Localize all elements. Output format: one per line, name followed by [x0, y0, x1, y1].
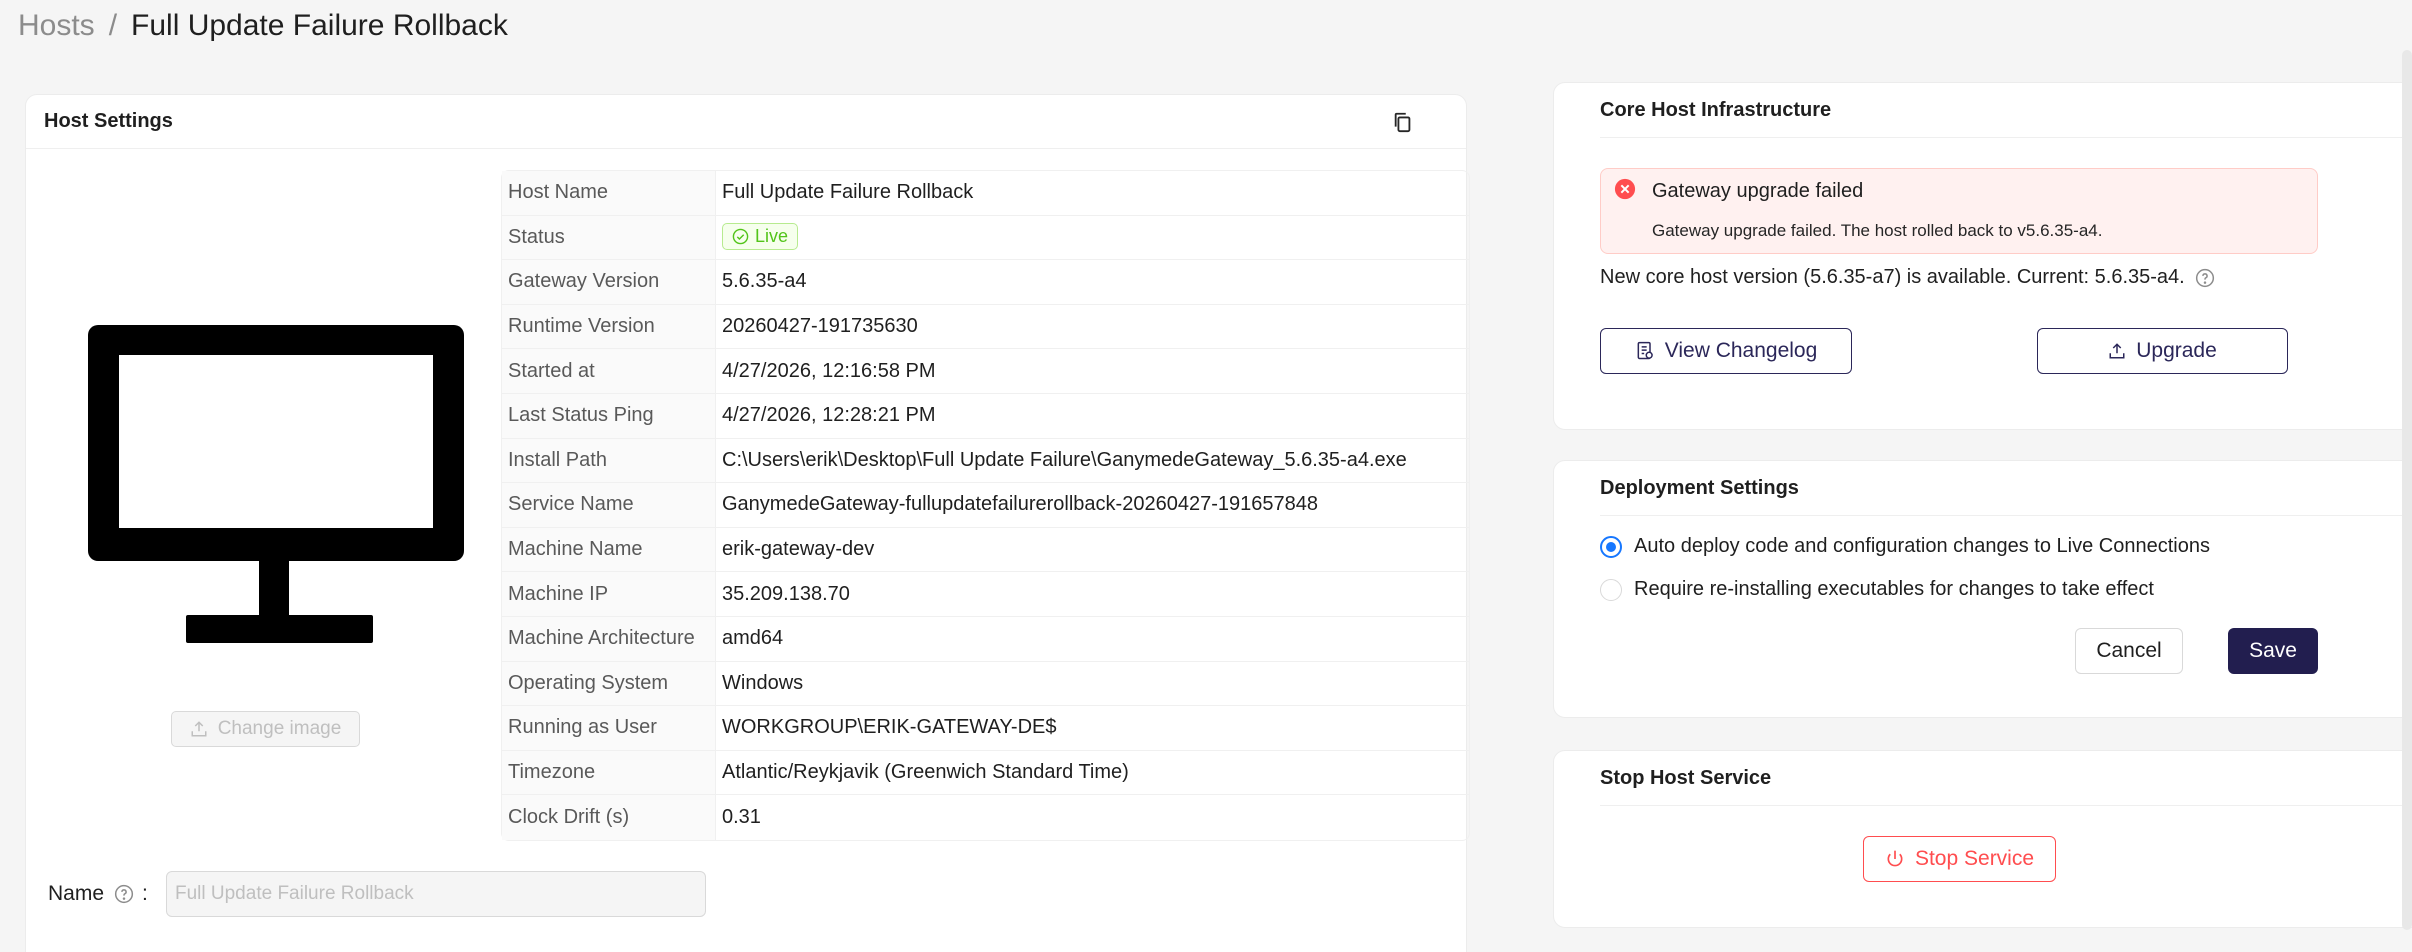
deployment-title: Deployment Settings — [1600, 461, 2403, 516]
row-value: 20260427-191735630 — [716, 305, 1469, 350]
radio-auto-deploy-indicator[interactable] — [1600, 535, 1622, 558]
stop-title: Stop Host Service — [1600, 751, 2403, 806]
row-key: Timezone — [502, 750, 716, 796]
row-key: Host Name — [502, 171, 716, 216]
page-title: Full Update Failure Rollback — [131, 9, 508, 42]
breadcrumb-hosts-link[interactable]: Hosts — [18, 9, 95, 43]
table-row: Started at 4/27/2026, 12:16:58 PM — [502, 349, 1469, 394]
radio-require-reinstall-indicator[interactable] — [1600, 578, 1622, 601]
alert-title: Gateway upgrade failed — [1652, 180, 1864, 202]
table-row: Machine IP 35.209.138.70 — [502, 572, 1469, 617]
row-key: Status — [502, 215, 716, 261]
row-value: amd64 — [716, 617, 1469, 662]
host-settings-title: Host Settings — [44, 110, 173, 132]
error-circle-icon — [1614, 178, 1636, 200]
name-label: Name — [48, 882, 105, 905]
breadcrumb: Hosts / Full Update Failure Rollback — [18, 6, 508, 46]
version-info: New core host version (5.6.35-a7) is ava… — [1600, 266, 2215, 289]
row-key: Machine Name — [502, 527, 716, 573]
row-value: WORKGROUP\ERIK-GATEWAY-DE$ — [716, 706, 1469, 751]
row-key: Service Name — [502, 483, 716, 528]
row-key: Started at — [502, 349, 716, 394]
row-key: Machine Architecture — [502, 616, 716, 662]
row-key: Install Path — [502, 438, 716, 484]
upgrade-label: Upgrade — [2136, 339, 2217, 362]
table-row: Status Live — [502, 215, 1469, 261]
deployment-settings-card: Deployment Settings Auto deploy code and… — [1553, 460, 2412, 718]
row-value: C:\Users\erik\Desktop\Full Update Failur… — [716, 439, 1469, 484]
row-value: 35.209.138.70 — [716, 572, 1469, 617]
name-input-value: Full Update Failure Rollback — [175, 883, 414, 904]
name-colon: : — [142, 882, 148, 905]
monitor-icon — [88, 325, 464, 643]
status-text: Live — [755, 226, 789, 247]
version-text: New core host version (5.6.35-a7) is ava… — [1600, 266, 2185, 288]
cancel-button[interactable]: Cancel — [2075, 628, 2183, 674]
change-image-button[interactable]: Change image — [171, 711, 360, 747]
view-changelog-button[interactable]: View Changelog — [1600, 328, 1852, 374]
question-circle-icon[interactable] — [114, 884, 134, 904]
copy-icon[interactable] — [1392, 111, 1414, 133]
row-value: Live — [716, 216, 1469, 261]
table-row: Last Status Ping 4/27/2026, 12:28:21 PM — [502, 393, 1469, 439]
row-key: Operating System — [502, 661, 716, 707]
table-row: Machine Name erik-gateway-dev — [502, 527, 1469, 573]
view-changelog-label: View Changelog — [1664, 339, 1818, 362]
stop-service-label: Stop Service — [1914, 847, 2035, 870]
row-key: Gateway Version — [502, 260, 716, 305]
row-value: Full Update Failure Rollback — [716, 171, 1469, 216]
host-settings-card: Host Settings Change image Host Name Full… — [25, 94, 1470, 952]
core-host-infrastructure-card: Core Host Infrastructure Gateway upgrade… — [1553, 82, 2412, 430]
row-value: erik-gateway-dev — [716, 528, 1469, 573]
upload-icon — [2109, 343, 2125, 359]
table-row: Host Name Full Update Failure Rollback — [502, 171, 1469, 216]
row-key: Last Status Ping — [502, 393, 716, 439]
row-value: 4/27/2026, 12:28:21 PM — [716, 394, 1469, 439]
row-key: Machine IP — [502, 572, 716, 617]
table-row: Runtime Version 20260427-191735630 — [502, 304, 1469, 350]
table-row: Operating System Windows — [502, 661, 1469, 707]
stop-host-service-card: Stop Host Service Stop Service — [1553, 750, 2412, 928]
row-value: GanymedeGateway-fullupdatefailurerollbac… — [716, 483, 1469, 528]
table-row: Running as User WORKGROUP\ERIK-GATEWAY-DE… — [502, 706, 1469, 751]
radio-auto-deploy[interactable]: Auto deploy code and configuration chang… — [1600, 535, 2210, 558]
row-value: Atlantic/Reykjavik (Greenwich Standard T… — [716, 751, 1469, 796]
host-settings-header: Host Settings — [26, 95, 1466, 149]
question-circle-icon[interactable] — [2195, 268, 2215, 288]
alert-description: Gateway upgrade failed. The host rolled … — [1652, 221, 2103, 240]
name-field-label-row: Name : — [48, 871, 148, 917]
changelog-icon — [1637, 341, 1653, 360]
save-button[interactable]: Save — [2228, 628, 2318, 674]
radio-require-reinstall-label: Require re-installing executables for ch… — [1634, 578, 2154, 600]
table-row: Install Path C:\Users\erik\Desktop\Full U… — [502, 438, 1469, 484]
table-row: Timezone Atlantic/Reykjavik (Greenwich St… — [502, 750, 1469, 796]
host-info-table: Host Name Full Update Failure Rollback St… — [501, 170, 1470, 841]
upgrade-button[interactable]: Upgrade — [2037, 328, 2288, 374]
row-value: 5.6.35-a4 — [716, 260, 1469, 305]
check-circle-icon — [732, 229, 749, 245]
upgrade-failed-alert: Gateway upgrade failed Gateway upgrade f… — [1600, 168, 2318, 254]
row-key: Running as User — [502, 706, 716, 751]
row-value: Windows — [716, 662, 1469, 707]
row-value: 0.31 — [722, 806, 761, 829]
core-title: Core Host Infrastructure — [1600, 83, 2403, 138]
row-key: Runtime Version — [502, 304, 716, 350]
breadcrumb-separator: / — [108, 9, 118, 42]
power-icon — [1887, 850, 1903, 867]
status-badge: Live — [722, 223, 799, 251]
upload-icon — [191, 721, 207, 737]
table-row: Gateway Version 5.6.35-a4 — [502, 260, 1469, 305]
stop-service-button[interactable]: Stop Service — [1863, 836, 2056, 882]
radio-auto-deploy-label: Auto deploy code and configuration chang… — [1634, 535, 2210, 557]
radio-require-reinstall[interactable]: Require re-installing executables for ch… — [1600, 578, 2154, 601]
table-row: Machine Architecture amd64 — [502, 616, 1469, 662]
page-scrollbar[interactable] — [2402, 50, 2412, 930]
name-input[interactable]: Full Update Failure Rollback — [166, 871, 706, 917]
table-row: Service Name GanymedeGateway-fullupdatefa… — [502, 483, 1469, 528]
row-value: 4/27/2026, 12:16:58 PM — [716, 349, 1469, 394]
change-image-label: Change image — [217, 718, 342, 739]
table-row: Clock Drift (s) 0.31 — [502, 795, 1469, 840]
row-key: Clock Drift (s) — [502, 795, 716, 840]
